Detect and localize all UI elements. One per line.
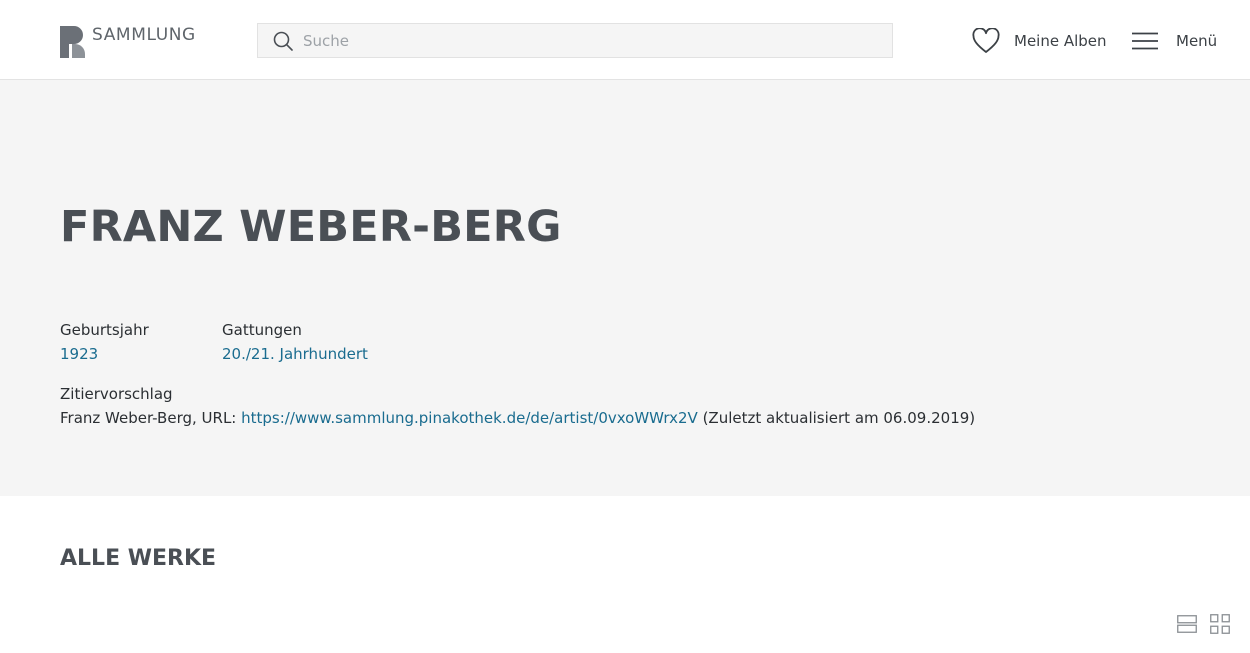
citation-block: Zitiervorschlag Franz Weber-Berg, URL: h… — [60, 382, 975, 430]
site-header: SAMMLUNG Meine Alben Menü — [0, 0, 1250, 80]
birth-year-block: Geburtsjahr 1923 — [60, 318, 149, 366]
genre-label: Gattungen — [222, 321, 302, 339]
grid-view-icon[interactable] — [1210, 614, 1230, 634]
menu-label: Menü — [1176, 32, 1218, 50]
heart-icon — [972, 28, 1000, 53]
birth-year-link[interactable]: 1923 — [60, 345, 98, 363]
genre-link[interactable]: 20./21. Jahrhundert — [222, 345, 368, 363]
list-view-icon[interactable] — [1177, 614, 1197, 634]
logo-text: SAMMLUNG — [92, 25, 196, 45]
artist-hero: FRANZ WEBER-BERG Geburtsjahr 1923 Gattun… — [0, 80, 1250, 496]
artist-name-heading: FRANZ WEBER-BERG — [60, 202, 562, 252]
menu-button[interactable]: Menü — [1132, 27, 1217, 55]
hamburger-icon — [1132, 32, 1158, 50]
search-bar[interactable] — [257, 23, 893, 58]
genre-block: Gattungen 20./21. Jahrhundert — [222, 318, 368, 366]
site-logo[interactable]: SAMMLUNG — [60, 25, 195, 58]
my-albums-label: Meine Alben — [1014, 32, 1107, 50]
citation-suffix: (Zuletzt aktualisiert am 06.09.2019) — [697, 409, 976, 427]
all-works-heading: ALLE WERKE — [60, 546, 217, 571]
my-albums-link[interactable]: Meine Alben — [972, 27, 1107, 55]
citation-text: Franz Weber-Berg, URL: https://www.samml… — [60, 406, 975, 430]
citation-url-link[interactable]: https://www.sammlung.pinakothek.de/de/ar… — [241, 409, 698, 427]
birth-year-label: Geburtsjahr — [60, 321, 149, 339]
search-input[interactable] — [303, 24, 883, 57]
citation-prefix: Franz Weber-Berg, URL: — [60, 409, 242, 427]
citation-label: Zitiervorschlag — [60, 385, 173, 403]
pinakothek-logo-icon — [60, 26, 85, 58]
search-icon[interactable] — [273, 31, 293, 51]
